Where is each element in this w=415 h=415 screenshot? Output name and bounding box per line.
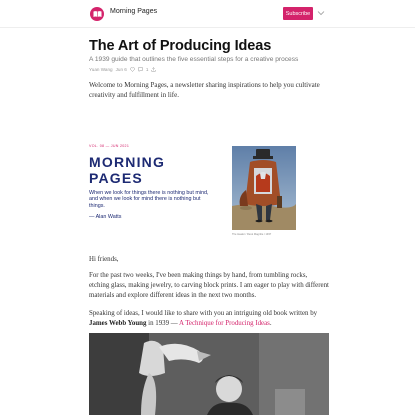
masthead: MORNING PAGES xyxy=(89,154,165,186)
author-name[interactable]: Yuan Wang xyxy=(89,67,113,72)
intro-text: Welcome to Morning Pages, a newsletter s… xyxy=(89,81,320,99)
volume-line: VOL. 08 — JUN 2021 xyxy=(89,144,130,148)
chevron-down-icon[interactable] xyxy=(317,10,325,16)
book-icon xyxy=(93,11,101,17)
book-author: James Webb Young xyxy=(89,320,147,327)
publication-name[interactable]: Morning Pages xyxy=(110,8,157,15)
paragraph-1: For the past two weeks, I've been making… xyxy=(89,272,329,299)
heart-icon[interactable] xyxy=(129,67,135,72)
masthead-line-1: MORNING xyxy=(89,154,166,170)
quote-text: When we look for things there is nothing… xyxy=(89,190,209,209)
hero-banner: VOL. 08 — JUN 2021 MORNING PAGES When we… xyxy=(89,140,329,245)
share-icon[interactable] xyxy=(151,67,156,72)
paragraph-2-middle: in 1939 — xyxy=(148,320,178,327)
subscribe-button[interactable]: Subscribe xyxy=(283,7,313,20)
comment-count[interactable]: 1 xyxy=(146,67,149,72)
paragraph-2: Speaking of ideas, I would like to share… xyxy=(89,309,329,329)
quote-author: — Alan Watts xyxy=(89,214,122,220)
book-title-link[interactable]: A Technique for Producing Ideas xyxy=(179,320,270,327)
masthead-line-2: PAGES xyxy=(89,170,143,186)
comment-icon[interactable] xyxy=(138,67,143,72)
paragraph-2-suffix: . xyxy=(269,320,272,327)
greeting-text: Hi friends, xyxy=(89,256,119,263)
paragraph-2-prefix: Speaking of ideas, I would like to share… xyxy=(89,310,318,317)
post-subtitle: A 1939 guide that outlines the five esse… xyxy=(89,56,299,63)
author-photo-image xyxy=(89,333,329,415)
post-date: Jun 6 xyxy=(115,67,127,72)
magritte-painting-image xyxy=(232,146,296,230)
post-title: The Art of Producing Ideas xyxy=(89,38,272,54)
painting-caption: The Healer / René Magritte / 1937 xyxy=(232,233,272,236)
publication-logo[interactable] xyxy=(90,7,104,21)
top-bar: Morning Pages Subscribe xyxy=(0,0,415,28)
post-meta: Yuan Wang Jun 6 1 xyxy=(89,67,156,72)
